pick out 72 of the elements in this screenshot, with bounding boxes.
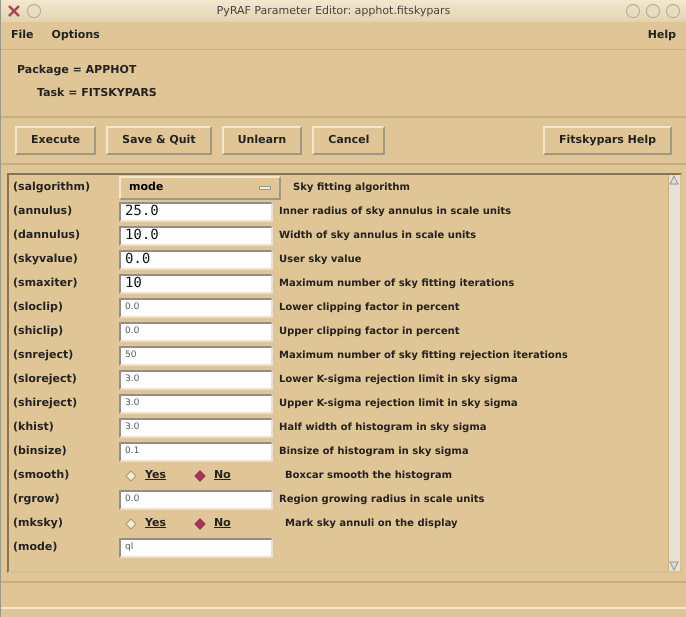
input-field[interactable]: 3.0 bbox=[119, 394, 273, 414]
input-field[interactable]: 0.0 bbox=[119, 298, 273, 318]
parameter-name: (dannulus) bbox=[13, 227, 81, 244]
parameter-name: (shireject) bbox=[13, 395, 78, 412]
action-button[interactable]: Cancel bbox=[312, 126, 386, 154]
parameter-name: (shiclip) bbox=[13, 323, 64, 340]
window-title: PyRAF Parameter Editor: apphot.fitskypars bbox=[216, 2, 452, 19]
parameter-name: (rgrow) bbox=[13, 491, 60, 508]
menu-item[interactable]: Options bbox=[52, 27, 100, 44]
input-field[interactable]: 25.0 bbox=[119, 202, 273, 222]
parameter-name: (binsize) bbox=[13, 443, 68, 460]
parameter-name: (mksky) bbox=[13, 515, 64, 532]
parameter-description: User sky value bbox=[278, 253, 362, 267]
radio-option[interactable]: Yes bbox=[125, 515, 166, 532]
dropdown-indicator-icon bbox=[259, 186, 271, 190]
input-field[interactable]: ql bbox=[119, 538, 273, 558]
input-field[interactable]: 50 bbox=[119, 346, 273, 366]
task-label: Task = FITSKYPARS bbox=[36, 84, 158, 100]
parameter-description: Sky fitting algorithm bbox=[292, 181, 410, 195]
input-field[interactable]: 0.1 bbox=[119, 442, 273, 462]
parameter-description: Half width of histogram in sky sigma bbox=[278, 421, 487, 435]
radio-option[interactable]: No bbox=[194, 467, 231, 484]
minimize-button[interactable] bbox=[626, 4, 640, 18]
parameter-name: (sloclip) bbox=[13, 299, 64, 316]
parameter-name: (skyvalue) bbox=[13, 251, 79, 268]
arrow-down-icon[interactable] bbox=[669, 560, 679, 570]
parameter-name: (salgorithm) bbox=[13, 179, 91, 196]
parameter-description: Region growing radius in scale units bbox=[278, 493, 484, 507]
parameter-description: Lower K-sigma rejection limit in sky sigma bbox=[278, 373, 518, 387]
parameter-description: Inner radius of sky annulus in scale units bbox=[278, 205, 512, 219]
parameter-name: (snreject) bbox=[13, 347, 74, 364]
package-label: Package = APPHOT bbox=[17, 62, 138, 78]
close-button[interactable] bbox=[666, 4, 680, 18]
parameter-description: Binsize of histogram in sky sigma bbox=[278, 445, 469, 459]
close-icon[interactable] bbox=[7, 4, 21, 18]
parameter-description: Lower clipping factor in percent bbox=[278, 301, 460, 315]
input-field[interactable]: 0.0 bbox=[119, 322, 273, 342]
choice-menu[interactable]: mode bbox=[119, 176, 281, 200]
parameter-name: (khist) bbox=[13, 419, 55, 436]
parameter-description: Upper K-sigma rejection limit in sky sigma bbox=[278, 397, 518, 411]
input-field[interactable]: 0.0 bbox=[119, 490, 273, 510]
radio-diamond-icon bbox=[194, 518, 206, 530]
radio-diamond-icon bbox=[125, 518, 137, 530]
parameter-description: Boxcar smooth the histogram bbox=[284, 469, 452, 483]
help-button[interactable]: Fitskypars Help bbox=[543, 126, 672, 154]
radio-diamond-icon bbox=[194, 470, 206, 482]
radio-diamond-icon bbox=[125, 470, 137, 482]
action-button[interactable]: Save & Quit bbox=[106, 126, 212, 154]
input-field[interactable]: 10.0 bbox=[119, 226, 273, 246]
parameter-name: (smaxiter) bbox=[13, 275, 78, 292]
arrow-up-icon[interactable] bbox=[669, 174, 679, 184]
input-field[interactable]: 3.0 bbox=[119, 370, 273, 390]
action-button[interactable]: Execute bbox=[15, 126, 96, 154]
parameter-description: Upper clipping factor in percent bbox=[278, 325, 460, 339]
menu-item[interactable]: Help bbox=[648, 27, 676, 44]
action-button[interactable]: Unlearn bbox=[222, 126, 302, 154]
input-field[interactable]: 10 bbox=[119, 274, 273, 294]
parameter-name: (sloreject) bbox=[13, 371, 78, 388]
parameter-name: (mode) bbox=[13, 539, 58, 556]
radio-option[interactable]: No bbox=[194, 515, 231, 532]
parameter-description: Mark sky annuli on the display bbox=[284, 517, 458, 531]
input-field[interactable]: 3.0 bbox=[119, 418, 273, 438]
parameter-description: Maximum number of sky fitting rejection iterations bbox=[278, 349, 568, 363]
maximize-button[interactable] bbox=[646, 4, 660, 18]
parameter-name: (smooth) bbox=[13, 467, 70, 484]
input-field[interactable]: 0.0 bbox=[119, 250, 273, 270]
parameter-description: Maximum number of sky fitting iterations bbox=[278, 277, 514, 291]
radio-option[interactable]: Yes bbox=[125, 467, 166, 484]
menu-item[interactable]: File bbox=[11, 27, 34, 44]
parameter-description: Width of sky annulus in scale units bbox=[278, 229, 476, 243]
window-menu-button[interactable] bbox=[27, 4, 41, 18]
parameter-name: (annulus) bbox=[13, 203, 74, 220]
